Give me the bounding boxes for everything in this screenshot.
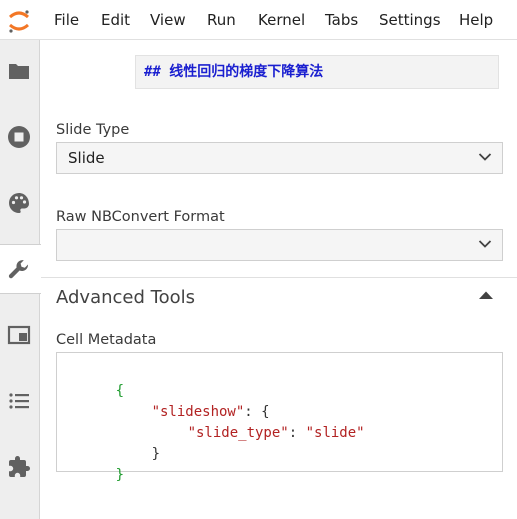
sidebar-tab-commands[interactable]	[0, 178, 40, 228]
chevron-down-icon	[478, 240, 492, 248]
menu-bar: File Edit View Run Kernel Tabs Settings …	[0, 0, 517, 40]
sidebar-tab-file-browser[interactable]	[0, 46, 40, 96]
json-colon: :	[288, 425, 306, 441]
menu-run[interactable]: Run	[207, 11, 236, 29]
stop-circle-icon	[8, 126, 30, 148]
jupyter-logo-icon[interactable]	[6, 8, 32, 34]
raw-nbconvert-format-select[interactable]	[56, 229, 503, 261]
sidebar-tab-property-inspector[interactable]	[0, 244, 41, 294]
menu-file[interactable]: File	[54, 11, 79, 29]
active-cell-preview: ## 线性回归的梯度下降算法	[135, 55, 499, 89]
menu-help[interactable]: Help	[459, 11, 493, 29]
sidebar-tab-extensions[interactable]	[0, 442, 40, 492]
menu-tabs[interactable]: Tabs	[325, 11, 358, 29]
list-icon	[9, 393, 29, 409]
slide-type-select[interactable]: Slide	[56, 142, 503, 174]
menu-edit[interactable]: Edit	[101, 11, 130, 29]
sidebar-tab-running[interactable]	[0, 112, 40, 162]
wrench-icon	[8, 260, 29, 279]
puzzle-icon	[9, 456, 30, 477]
sidebar-tab-toc[interactable]	[0, 376, 40, 426]
cell-metadata-editor[interactable]: { "slideshow": { "slide_type": "slide" }…	[56, 352, 503, 483]
tab-window-icon	[7, 325, 31, 345]
collapse-caret-up-icon[interactable]	[478, 290, 494, 300]
palette-icon	[9, 193, 29, 213]
json-key-slide-type: "slide_type"	[187, 425, 289, 441]
menu-settings[interactable]: Settings	[379, 11, 441, 29]
property-inspector-panel: ## 线性回归的梯度下降算法 Slide Type Slide Raw NBCo…	[41, 40, 517, 519]
slide-type-label: Slide Type	[56, 122, 130, 138]
slide-type-value: Slide	[68, 149, 105, 167]
section-divider	[41, 277, 517, 278]
menu-view[interactable]: View	[150, 11, 186, 29]
menu-kernel[interactable]: Kernel	[258, 11, 305, 29]
sidebar-tab-open-tabs[interactable]	[0, 310, 40, 360]
json-value-slide: "slide"	[305, 425, 365, 441]
raw-nbconvert-format-label: Raw NBConvert Format	[56, 209, 225, 225]
json-inner-close-brace: }	[151, 446, 161, 462]
chevron-down-icon	[478, 153, 492, 161]
left-sidebar	[0, 40, 41, 519]
folder-icon	[9, 64, 29, 79]
advanced-tools-header[interactable]: Advanced Tools	[56, 287, 195, 308]
cell-metadata-label: Cell Metadata	[56, 332, 157, 348]
json-close-brace: }	[115, 467, 125, 483]
